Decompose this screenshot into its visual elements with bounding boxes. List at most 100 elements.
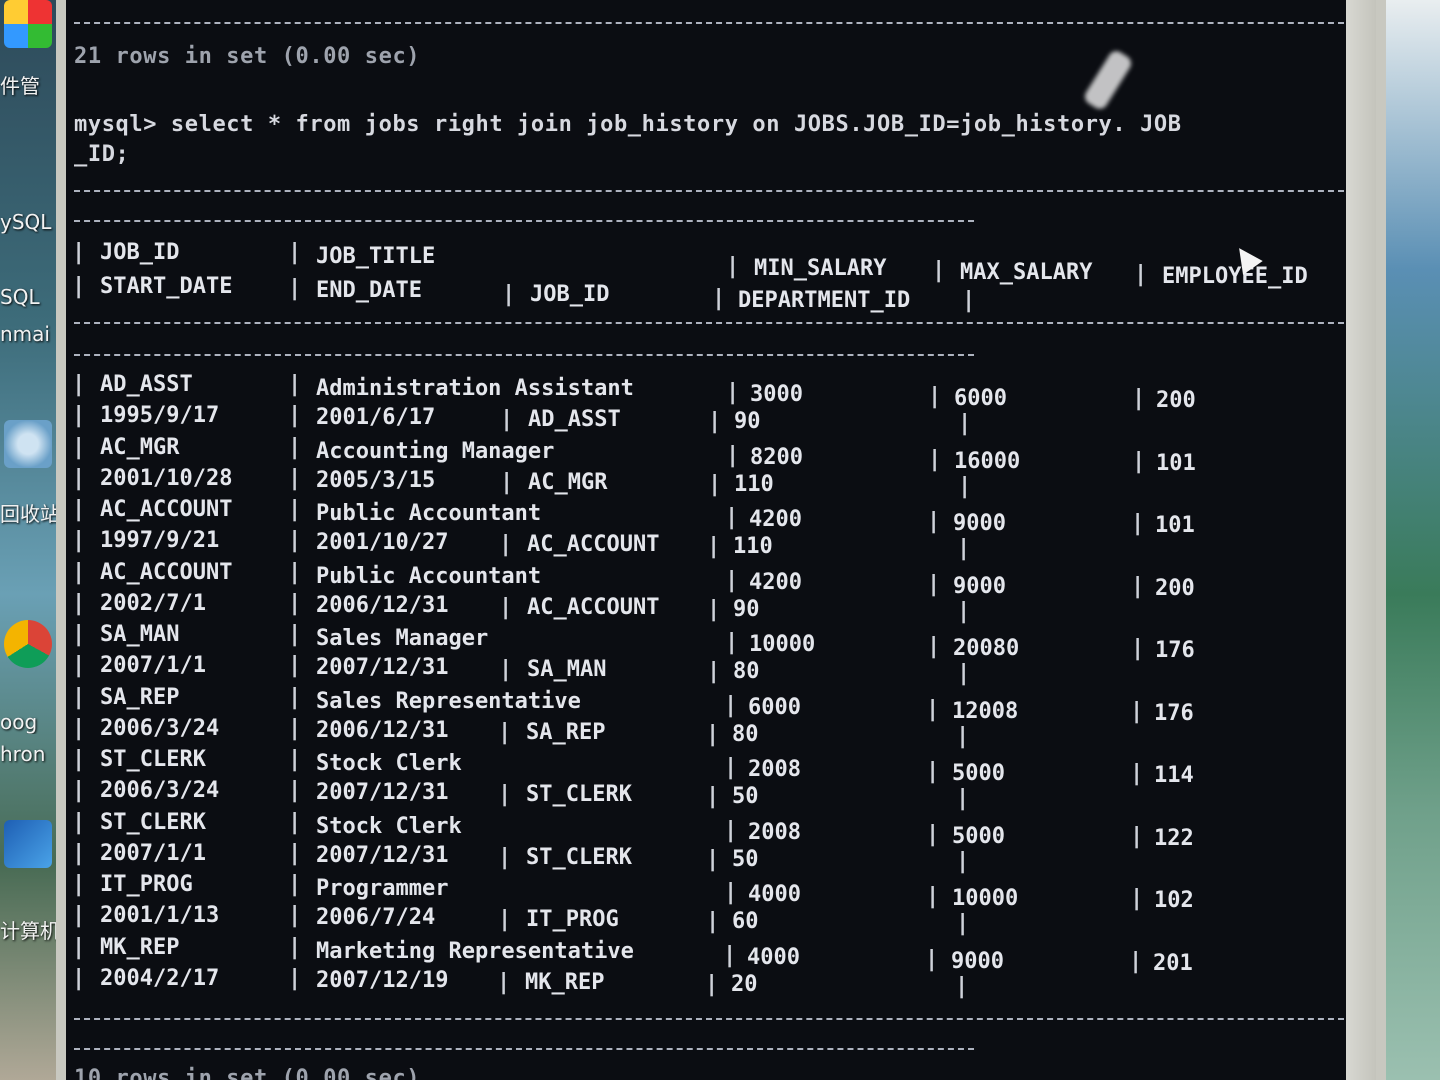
previous-result-line: 21 rows in set (0.00 sec) xyxy=(74,44,421,69)
cell-max-salary: 10000 xyxy=(952,886,1019,911)
desktop-label-software[interactable]: 件管 xyxy=(0,70,62,99)
cell-employee-id: 102 xyxy=(1154,888,1194,913)
column-divider: | xyxy=(706,909,720,934)
column-divider: | xyxy=(497,970,511,995)
column-divider: | xyxy=(1130,761,1144,786)
desktop-label-nmai[interactable]: nmai xyxy=(0,322,62,346)
cell-job-title: Sales Manager xyxy=(316,626,489,651)
column-divider: | xyxy=(1131,574,1145,599)
cell-department-id: 90 xyxy=(734,409,761,434)
cell-department-id: 80 xyxy=(733,659,760,684)
cell-department-id: 50 xyxy=(732,847,759,872)
column-divider: | xyxy=(1131,636,1145,661)
cell-job-id-2: AC_ACCOUNT xyxy=(527,595,660,620)
column-divider: | xyxy=(725,505,739,530)
desktop-label-recycle-bin[interactable]: 回收站 xyxy=(0,498,62,527)
cell-job-title: Administration Assistant xyxy=(316,376,634,401)
column-divider: | xyxy=(927,572,941,597)
cell-job-id-2: ST_CLERK xyxy=(526,845,632,870)
desktop-label-chrome[interactable]: hron xyxy=(0,742,62,766)
column-divider: | xyxy=(288,841,302,866)
separator-line xyxy=(74,190,1344,192)
column-divider: | xyxy=(499,532,513,557)
cell-job-id-2: AC_ACCOUNT xyxy=(527,532,660,557)
column-divider: | xyxy=(288,591,302,616)
column-divider: | xyxy=(288,778,302,803)
column-divider: | xyxy=(706,784,720,809)
column-divider: | xyxy=(1131,511,1145,536)
cell-max-salary: 20080 xyxy=(953,636,1020,661)
app-tile-icon[interactable] xyxy=(4,0,52,48)
chrome-icon[interactable] xyxy=(4,620,52,668)
column-divider: | xyxy=(726,254,740,279)
cell-max-salary: 5000 xyxy=(952,761,1005,786)
column-divider: | xyxy=(288,560,302,585)
header-min-salary: MIN_SALARY xyxy=(754,256,887,281)
column-divider: | xyxy=(502,282,516,307)
column-divider: | xyxy=(958,411,972,436)
column-divider: | xyxy=(500,407,514,432)
column-divider: | xyxy=(72,935,86,960)
column-divider: | xyxy=(498,907,512,932)
cell-job-id: ST_CLERK xyxy=(100,747,206,772)
column-divider: | xyxy=(1130,699,1144,724)
column-divider: | xyxy=(958,474,972,499)
column-divider: | xyxy=(957,536,971,561)
column-divider: | xyxy=(925,947,939,972)
desktop-wallpaper-right xyxy=(1380,0,1440,1080)
cell-start-date: 2007/1/1 xyxy=(100,841,206,866)
column-divider: | xyxy=(288,935,302,960)
column-divider: | xyxy=(288,872,302,897)
cell-job-id-2: AC_MGR xyxy=(528,470,608,495)
column-divider: | xyxy=(72,497,86,522)
cell-job-title: Programmer xyxy=(316,876,449,901)
cell-max-salary: 6000 xyxy=(954,386,1007,411)
header-max-salary: MAX_SALARY xyxy=(960,260,1093,285)
column-divider: | xyxy=(726,380,740,405)
separator-line xyxy=(74,354,974,356)
cell-job-title: Stock Clerk xyxy=(316,751,462,776)
cell-max-salary: 9000 xyxy=(953,511,1006,536)
column-divider: | xyxy=(706,847,720,872)
column-divider: | xyxy=(288,903,302,928)
cell-job-id: AD_ASST xyxy=(100,372,193,397)
desktop-label-sql[interactable]: SQL xyxy=(0,285,62,309)
column-divider: | xyxy=(72,591,86,616)
cell-min-salary: 4200 xyxy=(749,570,802,595)
computer-icon[interactable] xyxy=(4,820,52,868)
column-divider: | xyxy=(956,786,970,811)
recycle-bin-icon[interactable] xyxy=(4,420,52,468)
desktop-label-google[interactable]: oog xyxy=(0,710,62,734)
column-divider: | xyxy=(72,528,86,553)
column-divider: | xyxy=(499,595,513,620)
column-divider: | xyxy=(72,716,86,741)
mysql-console-window[interactable]: 21 rows in set (0.00 sec) mysql> select … xyxy=(66,0,1346,1080)
cell-start-date: 1997/9/21 xyxy=(100,528,220,553)
column-divider: | xyxy=(288,966,302,991)
cell-employee-id: 176 xyxy=(1154,701,1194,726)
desktop-label-computer[interactable]: 计算机 xyxy=(0,915,62,944)
cell-job-title: Sales Representative xyxy=(316,689,581,714)
cell-employee-id: 101 xyxy=(1155,513,1195,538)
column-divider: | xyxy=(957,661,971,686)
column-divider: | xyxy=(725,630,739,655)
cell-job-id: AC_MGR xyxy=(100,435,180,460)
column-divider: | xyxy=(72,372,86,397)
cell-max-salary: 16000 xyxy=(954,449,1021,474)
cell-end-date: 2001/6/17 xyxy=(316,405,436,430)
column-divider: | xyxy=(288,810,302,835)
console-scrollbar[interactable] xyxy=(1346,0,1376,1080)
cell-department-id: 110 xyxy=(733,534,773,559)
desktop-label-mysql[interactable]: ySQL xyxy=(0,210,62,234)
cell-start-date: 1995/9/17 xyxy=(100,403,220,428)
column-divider: | xyxy=(956,911,970,936)
cell-department-id: 80 xyxy=(732,722,759,747)
column-divider: | xyxy=(72,403,86,428)
cell-job-title: Public Accountant xyxy=(316,501,542,526)
column-divider: | xyxy=(1132,386,1146,411)
separator-line xyxy=(74,22,1344,24)
cell-start-date: 2004/2/17 xyxy=(100,966,220,991)
column-divider: | xyxy=(927,509,941,534)
query-line-2: _ID; xyxy=(74,142,130,167)
column-divider: | xyxy=(288,497,302,522)
